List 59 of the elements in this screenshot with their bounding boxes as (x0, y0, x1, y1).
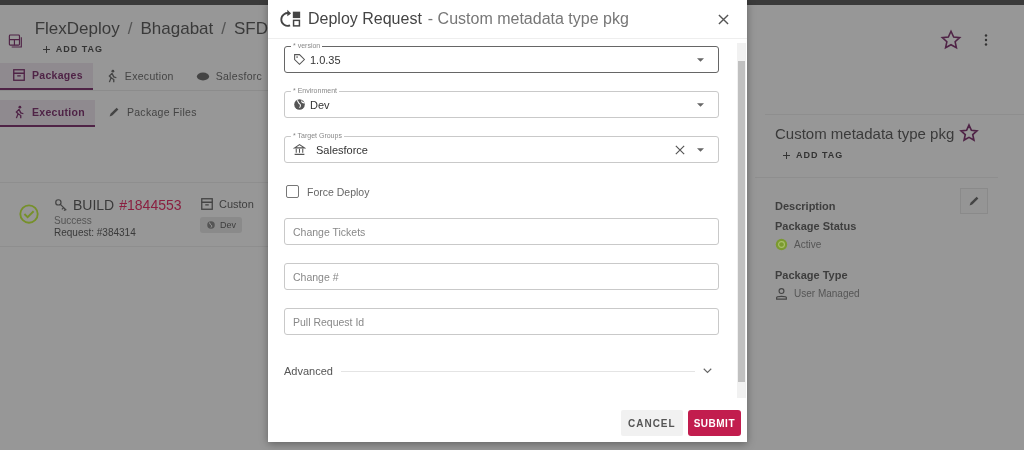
build-number-link[interactable]: #1844553 (119, 197, 182, 213)
description-label: Description (775, 200, 836, 212)
environment-chip: Dev (200, 217, 242, 233)
pencil-icon (967, 194, 981, 208)
advanced-section-label[interactable]: Advanced (284, 365, 333, 377)
bank-icon (293, 143, 306, 156)
archive-icon (200, 197, 214, 211)
force-deploy-checkbox[interactable] (286, 185, 299, 198)
package-status: Active (794, 239, 822, 250)
text-field[interactable]: Change # (284, 263, 719, 290)
breadcrumb-link[interactable]: FlexDeploy (34, 19, 120, 39)
edit-button[interactable] (960, 188, 988, 214)
plus-icon (42, 45, 50, 53)
dialog-subtitle: - Custom metadata type pkg (427, 10, 629, 28)
cancel-button[interactable]: CANCEL (621, 410, 683, 436)
plus-icon (783, 151, 790, 159)
dropdown-caret-icon[interactable] (697, 147, 704, 152)
package-type: User Managed (794, 288, 860, 299)
tab[interactable]: Execution (0, 100, 95, 127)
tab[interactable]: Package Files (94, 100, 207, 125)
package-status-label: Package Status (775, 220, 858, 232)
tab[interactable]: Packages (0, 63, 93, 90)
tab[interactable]: Execution (92, 63, 184, 90)
dropdown-caret-icon[interactable] (697, 102, 704, 107)
close-icon[interactable] (718, 13, 729, 25)
person-icon (775, 287, 788, 300)
chevron-icon[interactable] (703, 368, 712, 374)
add-tag-button[interactable]: ADD TAG (34, 41, 112, 57)
archive-icon (12, 68, 26, 82)
more-menu-icon[interactable] (984, 33, 988, 46)
breadcrumb-link[interactable]: Bhagabat (140, 19, 214, 39)
breadcrumb-separator: / (221, 19, 226, 39)
globe-icon (206, 220, 216, 230)
globe-icon (293, 98, 306, 111)
request-number: Request: #384314 (54, 227, 137, 238)
scrollbar[interactable] (737, 43, 746, 398)
favorite-star-icon[interactable] (959, 123, 980, 143)
success-check-icon (18, 203, 40, 225)
dialog-title: Deploy Request (308, 10, 422, 28)
text-field[interactable]: Change Tickets (284, 218, 719, 245)
dropdown-caret-icon[interactable] (697, 57, 704, 62)
package-title: Custom metadata type pkg (775, 124, 955, 142)
favorite-star-icon[interactable] (940, 28, 962, 51)
breadcrumb-link[interactable]: SFD (234, 19, 268, 39)
active-status-icon (775, 238, 788, 251)
build-status: Success (54, 215, 93, 226)
tab[interactable]: Salesforc (183, 63, 268, 90)
build-title: BUILD (73, 197, 115, 213)
force-deploy-label: Force Deploy (307, 185, 370, 198)
submit-button[interactable]: SUBMIT (687, 410, 741, 436)
clear-icon[interactable] (675, 144, 685, 155)
package-name: Custon (219, 198, 254, 210)
text-field[interactable]: Pull Request Id (284, 308, 719, 335)
tag-icon (293, 53, 306, 66)
deploy-icon (280, 8, 302, 30)
key-icon (54, 198, 68, 212)
package-type-label: Package Type (775, 269, 849, 281)
add-tag-button[interactable]: ADD TAG (775, 147, 852, 163)
breadcrumb-separator: / (127, 19, 133, 39)
